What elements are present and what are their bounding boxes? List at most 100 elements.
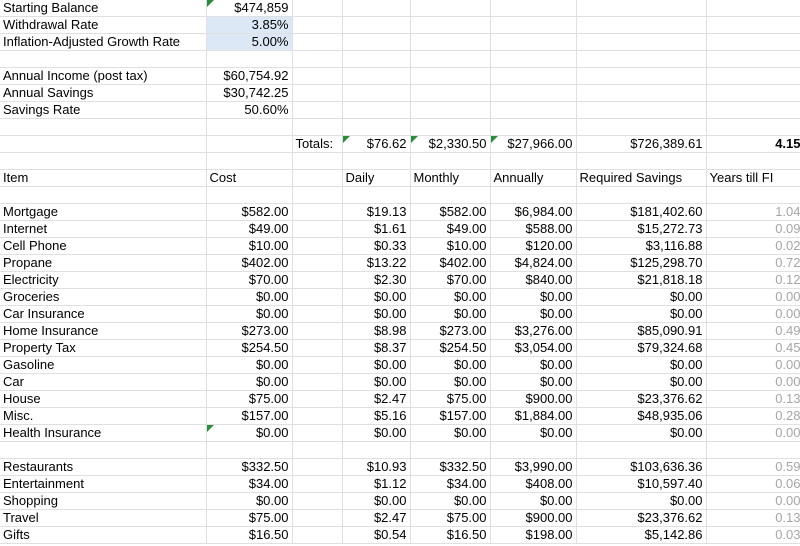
- cell-empty[interactable]: [292, 322, 343, 340]
- cell-item[interactable]: Internet: [0, 220, 207, 238]
- cell-years-till-fi[interactable]: 0.00: [706, 492, 800, 510]
- cell-monthly[interactable]: $34.00: [410, 475, 491, 493]
- cell-required-savings[interactable]: $79,324.68: [576, 339, 707, 357]
- cell-cost[interactable]: $49.00: [206, 220, 293, 238]
- cell-monthly[interactable]: $157.00: [410, 407, 491, 425]
- cell-required-savings[interactable]: $181,402.60: [576, 203, 707, 221]
- cell-cost[interactable]: $75.00: [206, 390, 293, 408]
- cell-required-savings[interactable]: $0.00: [576, 356, 707, 374]
- cell-item[interactable]: Property Tax: [0, 339, 207, 357]
- cell-annually[interactable]: $0.00: [490, 373, 577, 391]
- cell-monthly[interactable]: $0.00: [410, 492, 491, 510]
- cell-empty[interactable]: [292, 458, 343, 476]
- cell-cost[interactable]: $0.00: [206, 305, 293, 323]
- cell-cost[interactable]: $75.00: [206, 509, 293, 527]
- cell-years-till-fi[interactable]: 0.00: [706, 424, 800, 442]
- cell-daily[interactable]: $8.37: [342, 339, 411, 357]
- cell-monthly[interactable]: $273.00: [410, 322, 491, 340]
- cell-annually[interactable]: $4,824.00: [490, 254, 577, 272]
- cell-daily[interactable]: $19.13: [342, 203, 411, 221]
- cell-annual-savings-label[interactable]: Annual Savings: [0, 84, 207, 102]
- cell-monthly[interactable]: $16.50: [410, 526, 491, 544]
- cell-item[interactable]: Propane: [0, 254, 207, 272]
- cell-empty[interactable]: [292, 237, 343, 255]
- cell-cost[interactable]: $273.00: [206, 322, 293, 340]
- cell-empty[interactable]: [292, 254, 343, 272]
- cell-cost[interactable]: $0.00: [206, 356, 293, 374]
- cell-item[interactable]: Mortgage: [0, 203, 207, 221]
- cell-annually[interactable]: $6,984.00: [490, 203, 577, 221]
- cell-annually[interactable]: $0.00: [490, 356, 577, 374]
- cell-annually[interactable]: $0.00: [490, 424, 577, 442]
- cell-annually[interactable]: $900.00: [490, 390, 577, 408]
- cell-daily[interactable]: $0.00: [342, 424, 411, 442]
- cell-daily[interactable]: $0.33: [342, 237, 411, 255]
- cell-monthly[interactable]: $75.00: [410, 390, 491, 408]
- cell-cost[interactable]: $34.00: [206, 475, 293, 493]
- cell-total-monthly[interactable]: $2,330.50: [410, 135, 491, 153]
- cell-item[interactable]: Shopping: [0, 492, 207, 510]
- cell-growth-rate-label[interactable]: Inflation-Adjusted Growth Rate: [0, 33, 207, 51]
- cell-years-till-fi[interactable]: 0.12: [706, 271, 800, 289]
- cell-empty[interactable]: [292, 203, 343, 221]
- header-item[interactable]: Item: [0, 169, 207, 187]
- cell-monthly[interactable]: $49.00: [410, 220, 491, 238]
- cell-empty[interactable]: [292, 356, 343, 374]
- cell-item[interactable]: Health Insurance: [0, 424, 207, 442]
- cell-annually[interactable]: $900.00: [490, 509, 577, 527]
- header-years-till-fi[interactable]: Years till FI: [706, 169, 800, 187]
- cell-annual-income-label[interactable]: Annual Income (post tax): [0, 67, 207, 85]
- cell-required-savings[interactable]: $0.00: [576, 373, 707, 391]
- cell-required-savings[interactable]: $0.00: [576, 288, 707, 306]
- cell-required-savings[interactable]: $3,116.88: [576, 237, 707, 255]
- cell-cost[interactable]: $332.50: [206, 458, 293, 476]
- cell-empty[interactable]: [292, 220, 343, 238]
- cell-empty[interactable]: [292, 390, 343, 408]
- cell-annually[interactable]: $0.00: [490, 305, 577, 323]
- cell-daily[interactable]: $10.93: [342, 458, 411, 476]
- cell-required-savings[interactable]: $23,376.62: [576, 509, 707, 527]
- cell-annually[interactable]: $198.00: [490, 526, 577, 544]
- cell-monthly[interactable]: $582.00: [410, 203, 491, 221]
- cell-daily[interactable]: $1.61: [342, 220, 411, 238]
- header-daily[interactable]: Daily: [342, 169, 411, 187]
- cell-empty[interactable]: [292, 492, 343, 510]
- header-annually[interactable]: Annually: [490, 169, 577, 187]
- cell-monthly[interactable]: $70.00: [410, 271, 491, 289]
- cell-daily[interactable]: $0.00: [342, 373, 411, 391]
- cell-monthly[interactable]: $402.00: [410, 254, 491, 272]
- cell-years-till-fi[interactable]: 0.06: [706, 475, 800, 493]
- cell-monthly[interactable]: $10.00: [410, 237, 491, 255]
- cell-monthly[interactable]: $75.00: [410, 509, 491, 527]
- cell-required-savings[interactable]: $21,818.18: [576, 271, 707, 289]
- cell-empty[interactable]: [292, 509, 343, 527]
- cell-annually[interactable]: $3,990.00: [490, 458, 577, 476]
- cell-annually[interactable]: $0.00: [490, 492, 577, 510]
- cell-annual-income[interactable]: $60,754.92: [206, 67, 293, 85]
- cell-cost[interactable]: $0.00: [206, 288, 293, 306]
- cell-daily[interactable]: $2.47: [342, 390, 411, 408]
- cell-daily[interactable]: $2.30: [342, 271, 411, 289]
- cell-daily[interactable]: $2.47: [342, 509, 411, 527]
- cell-years-till-fi[interactable]: 0.09: [706, 220, 800, 238]
- cell-empty[interactable]: [292, 305, 343, 323]
- cell-required-savings[interactable]: $10,597.40: [576, 475, 707, 493]
- cell-total-required-savings[interactable]: $726,389.61: [576, 135, 707, 153]
- cell-savings-rate[interactable]: 50.60%: [206, 101, 293, 119]
- cell-years-till-fi[interactable]: 0.00: [706, 288, 800, 306]
- cell-required-savings[interactable]: $48,935.06: [576, 407, 707, 425]
- cell-required-savings[interactable]: $125,298.70: [576, 254, 707, 272]
- cell-starting-balance[interactable]: $474,859: [206, 0, 293, 17]
- cell-empty[interactable]: [292, 288, 343, 306]
- cell-cost[interactable]: $0.00: [206, 373, 293, 391]
- cell-required-savings[interactable]: $15,272.73: [576, 220, 707, 238]
- cell-item[interactable]: Home Insurance: [0, 322, 207, 340]
- cell-required-savings[interactable]: $0.00: [576, 424, 707, 442]
- cell-item[interactable]: Car Insurance: [0, 305, 207, 323]
- cell-required-savings[interactable]: $23,376.62: [576, 390, 707, 408]
- cell-cost[interactable]: $0.00: [206, 492, 293, 510]
- cell-annually[interactable]: $588.00: [490, 220, 577, 238]
- cell-required-savings[interactable]: $85,090.91: [576, 322, 707, 340]
- cell-empty[interactable]: [292, 339, 343, 357]
- cell-annual-savings[interactable]: $30,742.25: [206, 84, 293, 102]
